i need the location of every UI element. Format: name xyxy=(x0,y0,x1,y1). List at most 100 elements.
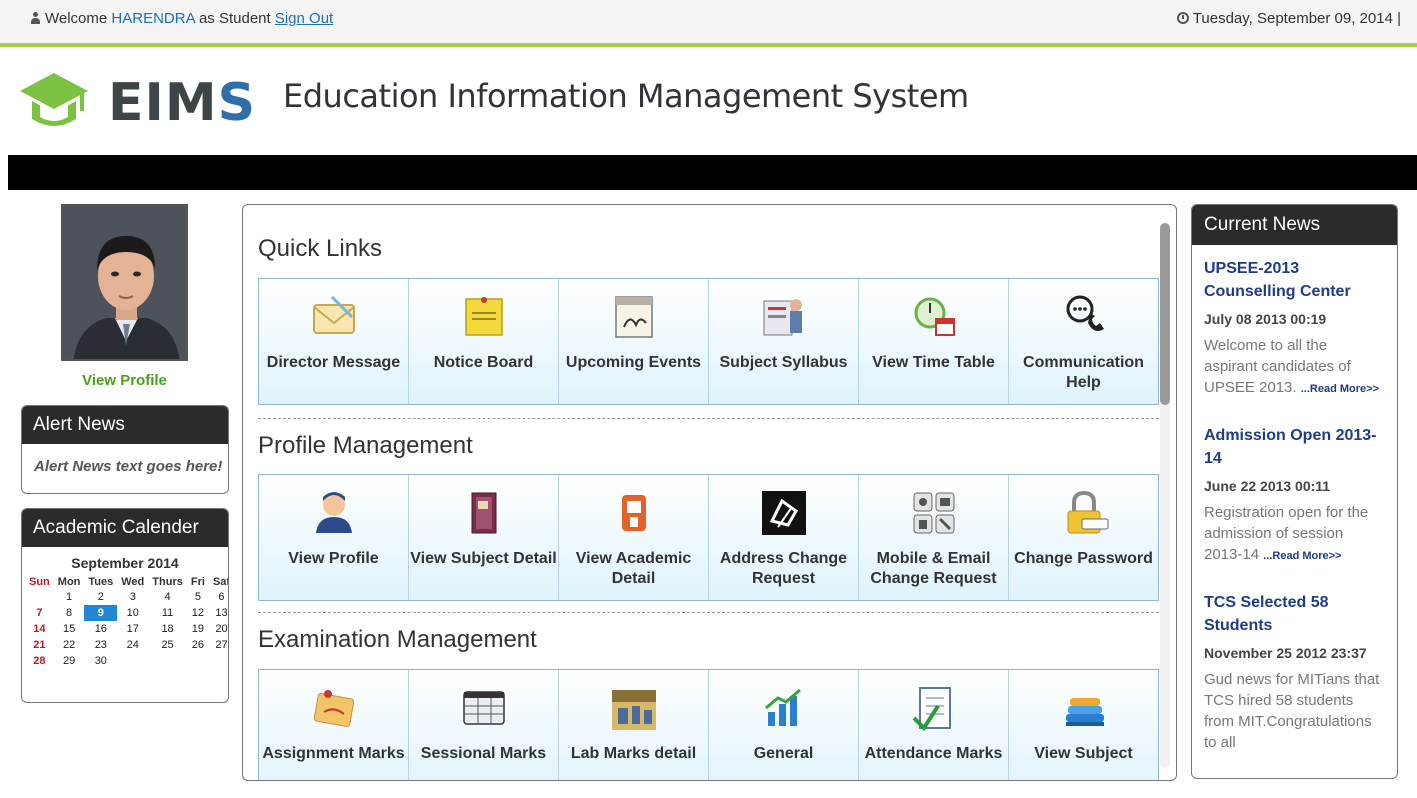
tile-label: Communication Help xyxy=(1023,354,1144,391)
tile-view-subject[interactable]: View Subject xyxy=(1009,670,1158,780)
tile-upcoming-events[interactable]: Upcoming Events xyxy=(559,279,709,404)
attendance-icon xyxy=(912,687,951,732)
calendar-date[interactable]: 5 xyxy=(187,589,209,605)
calendar-date[interactable]: 18 xyxy=(148,621,187,637)
welcome-prefix: Welcome xyxy=(45,10,108,27)
alert-news-panel: Alert News Alert News text goes here! xyxy=(21,405,229,494)
calendar-date[interactable]: 12 xyxy=(187,605,209,621)
phone-chat-icon xyxy=(1066,295,1104,331)
calendar-date[interactable]: 1 xyxy=(54,589,85,605)
graduation-cap-logo-icon[interactable] xyxy=(18,67,90,139)
tile-view-time-table[interactable]: View Time Table xyxy=(859,279,1009,404)
role-text: as Student xyxy=(198,10,271,27)
calendar-date[interactable]: 29 xyxy=(54,653,85,669)
tile-attendance-marks[interactable]: Attendance Marks xyxy=(859,670,1009,780)
user-name: HARENDRA xyxy=(111,10,195,27)
calendar-date[interactable]: 9 xyxy=(84,605,118,621)
site-header: EIMS Education Information Management Sy… xyxy=(0,51,1417,155)
calendar-date[interactable]: 27 xyxy=(209,637,228,653)
tile-address-change-request[interactable]: Address Change Request xyxy=(709,475,859,600)
tile-assignment-marks[interactable]: Assignment Marks xyxy=(259,670,409,780)
tile-label: View Profile xyxy=(288,550,379,567)
calendar-date[interactable]: 8 xyxy=(54,605,85,621)
user-icon xyxy=(315,492,352,533)
calendar-date[interactable]: 4 xyxy=(148,589,187,605)
calendar-date[interactable]: 7 xyxy=(25,605,54,621)
tile-label: Address Change Request xyxy=(719,550,848,587)
calendar-date[interactable]: 26 xyxy=(187,637,209,653)
news-title[interactable]: Admission Open 2013-14 xyxy=(1204,424,1383,470)
bar-chart-icon xyxy=(764,688,801,726)
calendar-date[interactable]: 23 xyxy=(84,637,117,653)
news-text: Welcome to all the aspirant candidates o… xyxy=(1204,335,1383,400)
logo-text[interactable]: EIMS xyxy=(108,73,256,133)
sessional-icon xyxy=(462,691,505,725)
news-body-text: Gud news for MITians that TCS hired 58 s… xyxy=(1204,671,1380,751)
calendar-date[interactable]: 30 xyxy=(84,653,117,669)
section-title-profile-management: Profile Management xyxy=(258,432,473,459)
calendar-date[interactable]: 10 xyxy=(117,605,148,621)
news-title[interactable]: TCS Selected 58 Students xyxy=(1204,591,1383,637)
calendar-date[interactable]: 6 xyxy=(209,589,228,605)
calendar-week-row: 21 22 23 24 25 26 27 xyxy=(25,637,228,653)
logo-text-accent: S xyxy=(217,73,257,133)
alert-news-title: Alert News xyxy=(22,406,228,444)
calendar-date[interactable]: 20 xyxy=(209,621,228,637)
calendar-date[interactable]: 11 xyxy=(148,605,187,621)
profile-photo xyxy=(61,204,188,361)
calendar-date[interactable]: 13 xyxy=(209,605,228,621)
calendar-date[interactable]: 14 xyxy=(25,621,54,637)
calendar-week-row: 7 8 9 10 11 12 13 xyxy=(25,605,228,621)
calendar-day-header: Tues xyxy=(88,576,114,588)
tile-director-message[interactable]: Director Message xyxy=(259,279,409,404)
calendar-date[interactable]: 17 xyxy=(117,621,148,637)
calendar-date[interactable]: 2 xyxy=(84,589,117,605)
section-divider xyxy=(258,612,1159,613)
calendar-date[interactable]: 25 xyxy=(148,637,187,653)
calendar-week-row: 123456 xyxy=(25,589,228,605)
profile-photo-image xyxy=(63,206,186,359)
academic-icon xyxy=(621,495,646,531)
tile-view-academic-detail[interactable]: View Academic Detail xyxy=(559,475,709,600)
calendar-empty-cell xyxy=(25,589,54,605)
tile-communication-help[interactable]: Communication Help xyxy=(1009,279,1158,404)
tile-mobile-and-email-change-request[interactable]: Mobile & Email Change Request xyxy=(859,475,1009,600)
view-profile-link[interactable]: View Profile xyxy=(21,372,228,389)
tile-lab-marks-detail[interactable]: Lab Marks detail xyxy=(559,670,709,780)
tile-view-subject-detail[interactable]: View Subject Detail xyxy=(409,475,559,600)
contact-icon xyxy=(913,492,954,534)
calendar-day-header: Sat xyxy=(212,576,229,588)
current-date: Tuesday, September 09, 2014 | xyxy=(1176,10,1401,27)
calendar-week-row: 28 29 30 xyxy=(25,653,228,669)
calendar-date[interactable]: 3 xyxy=(117,589,148,605)
section-title-examination-management: Examination Management xyxy=(258,626,537,653)
calendar-day-header: Mon xyxy=(57,576,81,588)
notice-board-icon xyxy=(464,297,503,336)
tile-label: View Academic Detail xyxy=(575,550,692,587)
calendar-grid: Sun Mon Tues Wed Thurs Fri Sat 1 2 3 4 5 6 7 8 9 10 11 12… xyxy=(25,575,229,669)
news-date: June 22 2013 00:11 xyxy=(1204,478,1331,494)
read-more-link[interactable]: ...Read More>> xyxy=(1301,383,1379,395)
events-icon xyxy=(614,296,653,338)
calendar-date[interactable]: 19 xyxy=(187,621,209,637)
tile-subject-syllabus[interactable]: Subject Syllabus xyxy=(709,279,859,404)
calendar-date[interactable]: 15 xyxy=(54,621,85,637)
calendar-date[interactable]: 28 xyxy=(25,653,54,669)
tile-change-password[interactable]: Change Password xyxy=(1009,475,1158,600)
calendar-date[interactable]: 22 xyxy=(54,637,85,653)
scrollbar-thumb[interactable] xyxy=(1160,223,1170,405)
tile-label: View Subject xyxy=(1034,745,1133,762)
news-item: TCS Selected 58 Students November 25 2012… xyxy=(1204,591,1383,753)
calendar-day-header: Fri xyxy=(190,576,205,588)
sign-out-link[interactable]: Sign Out xyxy=(275,10,333,27)
tile-sessional-marks[interactable]: Sessional Marks xyxy=(409,670,559,780)
read-more-link[interactable]: ...Read More>> xyxy=(1263,550,1341,562)
calendar-date[interactable]: 24 xyxy=(117,637,148,653)
calendar-date[interactable]: 16 xyxy=(84,621,117,637)
tile-view-profile[interactable]: View Profile xyxy=(259,475,409,600)
news-title[interactable]: UPSEE-2013 Counselling Center xyxy=(1204,257,1383,303)
calendar-date[interactable]: 21 xyxy=(25,637,54,653)
calendar-empty-cell xyxy=(187,653,209,669)
tile-general[interactable]: General xyxy=(709,670,859,780)
tile-notice-board[interactable]: Notice Board xyxy=(409,279,559,404)
